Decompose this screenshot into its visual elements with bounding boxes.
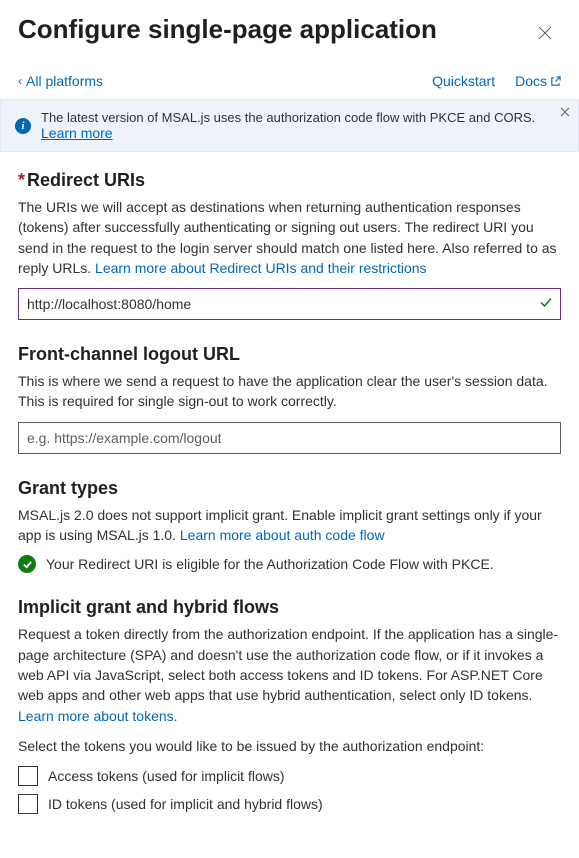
- banner-dismiss-button[interactable]: [560, 106, 570, 120]
- id-tokens-checkbox-row[interactable]: ID tokens (used for implicit and hybrid …: [18, 794, 561, 814]
- implicit-desc: Request a token directly from the author…: [18, 626, 558, 703]
- docs-link-label: Docs: [515, 73, 547, 89]
- success-check-icon: [18, 555, 36, 573]
- implicit-grant-section: Implicit grant and hybrid flows Request …: [18, 597, 561, 814]
- required-indicator: *: [18, 170, 25, 190]
- token-select-label: Select the tokens you would like to be i…: [18, 736, 561, 756]
- grant-learn-more-link[interactable]: Learn more about auth code flow: [180, 527, 385, 543]
- redirect-learn-more-link[interactable]: Learn more about Redirect URIs and their…: [95, 260, 426, 276]
- logout-title: Front-channel logout URL: [18, 344, 561, 365]
- logout-desc: This is where we send a request to have …: [18, 371, 561, 412]
- id-tokens-checkbox[interactable]: [18, 794, 38, 814]
- info-banner: i The latest version of MSAL.js uses the…: [0, 99, 579, 152]
- redirect-uris-title: Redirect URIs: [27, 170, 145, 190]
- back-link-label: All platforms: [26, 73, 103, 89]
- logout-url-section: Front-channel logout URL This is where w…: [18, 344, 561, 454]
- grant-title: Grant types: [18, 478, 561, 499]
- access-tokens-checkbox-row[interactable]: Access tokens (used for implicit flows): [18, 766, 561, 786]
- banner-learn-more-link[interactable]: Learn more: [41, 125, 113, 141]
- back-all-platforms-link[interactable]: ‹ All platforms: [18, 73, 103, 89]
- external-link-icon: [550, 76, 561, 87]
- logout-url-input[interactable]: [18, 422, 561, 454]
- quickstart-link[interactable]: Quickstart: [432, 73, 495, 89]
- implicit-learn-more-link[interactable]: Learn more about tokens.: [18, 708, 178, 724]
- chevron-left-icon: ‹: [18, 75, 22, 87]
- close-button[interactable]: [529, 17, 561, 49]
- info-icon: i: [15, 118, 31, 134]
- access-tokens-label: Access tokens (used for implicit flows): [48, 768, 285, 784]
- grant-success-text: Your Redirect URI is eligible for the Au…: [46, 556, 494, 572]
- page-title: Configure single-page application: [18, 14, 437, 45]
- close-icon: [538, 26, 552, 40]
- id-tokens-label: ID tokens (used for implicit and hybrid …: [48, 796, 323, 812]
- grant-success-message: Your Redirect URI is eligible for the Au…: [18, 555, 561, 573]
- valid-check-icon: [539, 296, 553, 313]
- banner-text: The latest version of MSAL.js uses the a…: [41, 110, 535, 125]
- redirect-uris-section: *Redirect URIs The URIs we will accept a…: [18, 170, 561, 320]
- redirect-uri-input[interactable]: [18, 288, 561, 320]
- implicit-title: Implicit grant and hybrid flows: [18, 597, 561, 618]
- close-icon: [560, 107, 570, 117]
- grant-types-section: Grant types MSAL.js 2.0 does not support…: [18, 478, 561, 574]
- access-tokens-checkbox[interactable]: [18, 766, 38, 786]
- docs-link[interactable]: Docs: [515, 73, 561, 89]
